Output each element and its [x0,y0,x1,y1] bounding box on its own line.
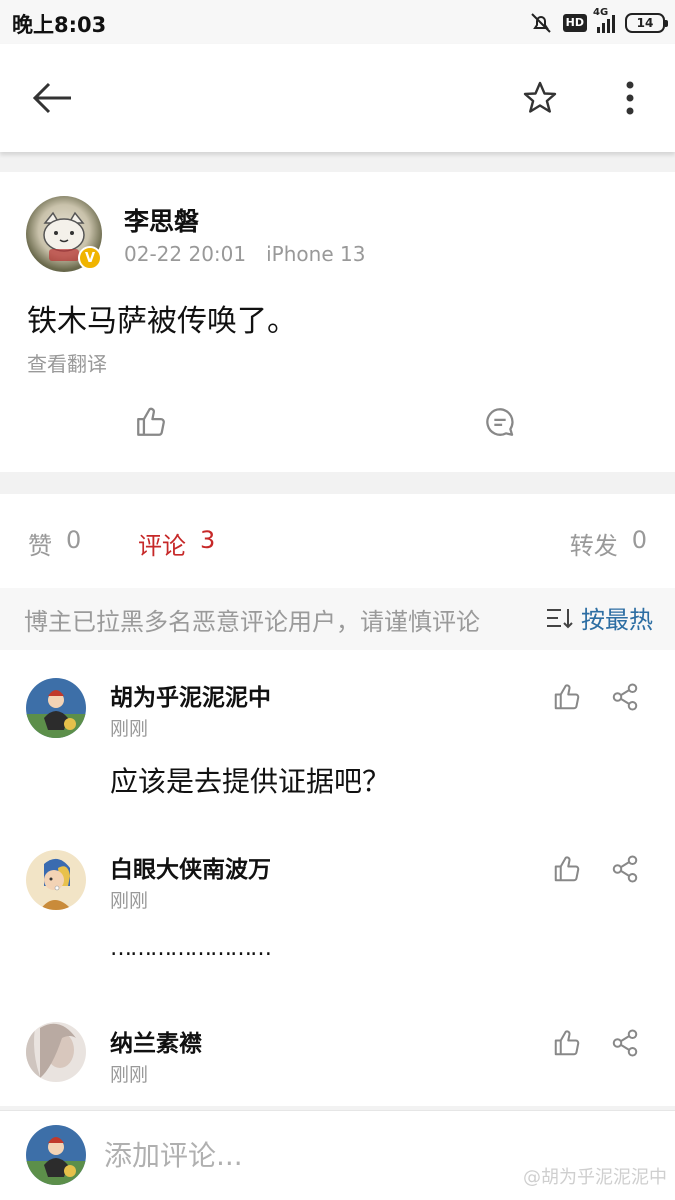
share-icon [612,1029,638,1057]
tab-reposts-label: 转发 [569,532,618,560]
comment-text: …………………… [110,936,272,961]
more-vert-icon [626,81,634,115]
battery-level: 14 [636,16,654,30]
tab-comments-label: 评论 [138,532,186,560]
network-type: 4G [593,7,609,18]
comment-time: 刚刚 [110,1064,149,1086]
sort-label: 按最热 [581,606,653,634]
tab-comments[interactable]: 评论 3 [138,526,215,561]
comment-like-button[interactable] [550,680,584,714]
share-icon [612,855,638,883]
post-meta: 02-22 20:01 iPhone 13 [124,242,365,266]
thumb-up-icon [554,1030,580,1056]
post-card: V 李思磐 02-22 20:01 iPhone 13 铁木马萨被传唤了。 查看… [0,172,675,472]
comment-time: 刚刚 [110,890,149,912]
comment-item: 纳兰素襟 刚刚 [0,1014,675,1106]
comment-text: 应该是去提供证据吧？ [110,765,391,798]
battery-icon: 14 [625,13,668,33]
thumb-up-icon [137,407,165,436]
star-icon [523,81,557,113]
back-arrow-icon [32,82,71,114]
share-icon [612,683,638,711]
tab-likes[interactable]: 赞 0 [28,526,81,561]
tab-reposts[interactable]: 转发 0 [570,526,647,561]
translate-link[interactable]: 查看翻译 [27,348,107,377]
tab-likes-label: 赞 [28,532,52,560]
rider-avatar-icon [26,1125,86,1185]
comment-composer: @胡为乎泥泥泥中 [0,1110,675,1200]
notice-row: 博主已拉黑多名恶意评论用户，请谨慎评论 按最热 [0,588,675,650]
comment-author[interactable]: 胡为乎泥泥泥中 [110,678,271,712]
tab-likes-count: 0 [66,526,82,554]
watermark: @胡为乎泥泥泥中 [523,1167,667,1188]
comment-avatar[interactable] [26,850,86,910]
status-icons: HD 4G 14 [529,7,668,36]
moderation-notice: 博主已拉黑多名恶意评论用户，请谨慎评论 [24,608,480,636]
back-button[interactable] [28,74,76,122]
post-like-button[interactable] [133,404,169,440]
favorite-button[interactable] [518,76,562,120]
post-text: 铁木马萨被传唤了。 [27,304,297,339]
post-device: iPhone 13 [266,242,366,266]
tab-reposts-count: 0 [631,526,647,554]
verified-icon: V [78,246,102,270]
comment-time: 刚刚 [110,718,149,740]
comment-input[interactable] [104,1135,524,1175]
top-navbar [0,44,675,152]
comment-item: 胡为乎泥泥泥中 刚刚 应该是去提供证据吧？ [0,668,675,818]
comment-share-button[interactable] [608,852,642,886]
tab-comments-count: 3 [200,526,216,554]
more-button[interactable] [608,76,652,120]
my-avatar[interactable] [26,1125,86,1185]
comment-avatar[interactable] [26,678,86,738]
pearl-earring-avatar-icon [26,850,86,910]
comment-item: 白眼大侠南波万 刚刚 …………………… [0,840,675,990]
comment-like-button[interactable] [550,1026,584,1060]
comment-share-button[interactable] [608,1026,642,1060]
mute-bell-icon [530,13,551,33]
comment-like-button[interactable] [550,852,584,886]
status-bar: 晚上8:03 HD 4G 14 [0,0,675,44]
post-date: 02-22 20:01 [124,242,247,266]
status-time: 晚上8:03 [12,13,107,37]
thumb-up-icon [554,856,580,882]
comment-share-button[interactable] [608,680,642,714]
comments-panel: 赞 0 评论 3 转发 0 博主已拉黑多名恶意评论用户，请谨慎评论 按最热 胡为… [0,494,675,1106]
author-name[interactable]: 李思磐 [124,202,199,238]
comment-author[interactable]: 纳兰素襟 [110,1024,202,1058]
thumb-up-icon [554,684,580,710]
sort-icon [547,608,573,628]
sort-button[interactable]: 按最热 [545,600,653,635]
signal-icon: 4G [593,7,615,33]
comment-author[interactable]: 白眼大侠南波万 [110,850,271,884]
hd-badge: HD [562,14,587,32]
comment-bubble-icon [486,408,514,436]
portrait-avatar-icon [26,1022,86,1082]
post-comment-button[interactable] [482,404,518,440]
rider-avatar-icon [26,678,86,738]
comment-avatar[interactable] [26,1022,86,1082]
